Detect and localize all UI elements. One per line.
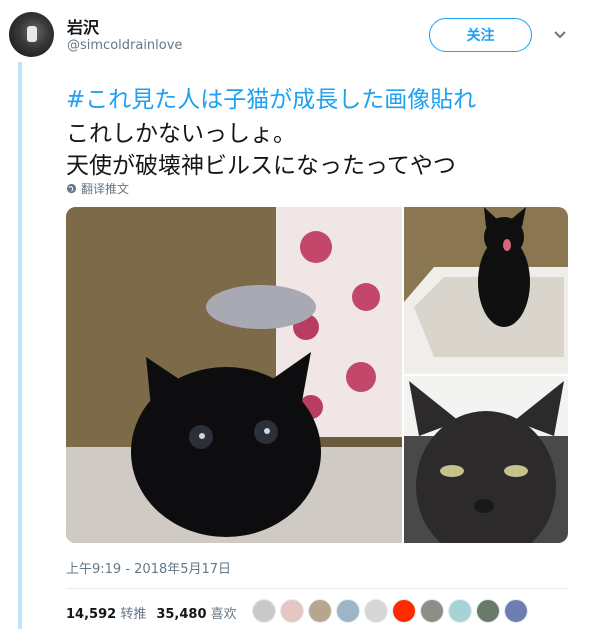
liker-avatars bbox=[252, 599, 528, 623]
media-gallery bbox=[66, 207, 568, 543]
liker-avatar[interactable] bbox=[448, 599, 472, 623]
translate-label: 翻译推文 bbox=[81, 182, 130, 196]
liker-avatar[interactable] bbox=[364, 599, 388, 623]
hashtag-link[interactable]: #これ見た人は子猫が成長した画像貼れ bbox=[66, 80, 476, 114]
translate-link[interactable]: 翻译推文 bbox=[66, 180, 129, 197]
retweet-label: 转推 bbox=[120, 607, 147, 622]
tweet-timestamp[interactable]: 上午9:19 - 2018年5月17日 bbox=[66, 558, 231, 577]
liker-avatar[interactable] bbox=[420, 599, 444, 623]
like-count: 35,480 bbox=[156, 607, 207, 622]
thread-line bbox=[18, 62, 22, 629]
liker-avatar[interactable] bbox=[280, 599, 304, 623]
photo-kitten-litterbox[interactable] bbox=[404, 207, 568, 374]
follow-button[interactable]: 关注 bbox=[429, 18, 532, 52]
liker-avatar[interactable] bbox=[252, 599, 276, 623]
liker-avatar[interactable] bbox=[476, 599, 500, 623]
photo-kitten[interactable] bbox=[66, 207, 402, 543]
like-label: 喜欢 bbox=[210, 607, 237, 622]
retweet-stat[interactable]: 14,592 转推 bbox=[66, 603, 146, 622]
chevron-down-icon[interactable] bbox=[553, 30, 567, 40]
photo-adult-cat[interactable] bbox=[404, 376, 568, 543]
liker-avatar[interactable] bbox=[336, 599, 360, 623]
globe-icon bbox=[66, 183, 77, 194]
tweet-text-line: 天使が破壊神ビルスになったってやつ bbox=[66, 153, 456, 179]
liker-avatar[interactable] bbox=[308, 599, 332, 623]
display-name[interactable]: 岩沢 bbox=[67, 14, 99, 38]
liker-avatar[interactable] bbox=[504, 599, 528, 623]
liker-avatar[interactable] bbox=[392, 599, 416, 623]
retweet-count: 14,592 bbox=[66, 607, 117, 622]
avatar[interactable] bbox=[9, 12, 54, 57]
divider bbox=[66, 588, 568, 589]
tweet-text-line: これしかないっしょ。 bbox=[66, 121, 296, 147]
tweet-stats: 14,592 转推 35,480 喜欢 bbox=[66, 603, 237, 622]
like-stat[interactable]: 35,480 喜欢 bbox=[156, 603, 236, 622]
user-handle[interactable]: @simcoldrainlove bbox=[67, 38, 182, 53]
